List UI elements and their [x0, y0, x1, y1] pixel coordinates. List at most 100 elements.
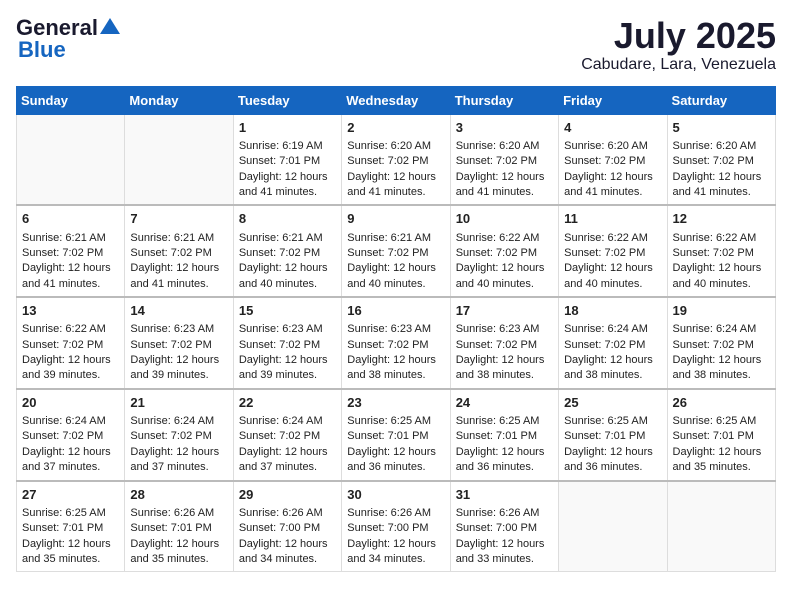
- sunrise-text: Sunrise: 6:20 AM: [673, 140, 757, 152]
- daylight-text: Daylight: 12 hours and 41 minutes.: [673, 171, 762, 198]
- sunrise-text: Sunrise: 6:22 AM: [456, 232, 540, 244]
- calendar-cell: 25Sunrise: 6:25 AMSunset: 7:01 PMDayligh…: [559, 389, 667, 481]
- calendar-cell: 20Sunrise: 6:24 AMSunset: 7:02 PMDayligh…: [17, 389, 125, 481]
- daylight-text: Daylight: 12 hours and 38 minutes.: [456, 354, 545, 381]
- calendar-cell: 1Sunrise: 6:19 AMSunset: 7:01 PMDaylight…: [233, 114, 341, 205]
- sunrise-text: Sunrise: 6:24 AM: [22, 415, 106, 427]
- weekday-header-friday: Friday: [559, 86, 667, 114]
- sunset-text: Sunset: 7:02 PM: [22, 430, 103, 442]
- sunrise-text: Sunrise: 6:25 AM: [673, 415, 757, 427]
- sunrise-text: Sunrise: 6:26 AM: [456, 507, 540, 519]
- sunrise-text: Sunrise: 6:24 AM: [564, 323, 648, 335]
- daylight-text: Daylight: 12 hours and 36 minutes.: [564, 446, 653, 473]
- day-number: 4: [564, 119, 661, 137]
- day-number: 9: [347, 210, 444, 228]
- sunrise-text: Sunrise: 6:22 AM: [673, 232, 757, 244]
- day-number: 14: [130, 302, 227, 320]
- sunset-text: Sunset: 7:02 PM: [239, 339, 320, 351]
- calendar-cell: 30Sunrise: 6:26 AMSunset: 7:00 PMDayligh…: [342, 481, 450, 572]
- title-area: July 2025 Cabudare, Lara, Venezuela: [581, 16, 776, 74]
- day-number: 1: [239, 119, 336, 137]
- sunset-text: Sunset: 7:01 PM: [456, 430, 537, 442]
- page-header: General Blue July 2025 Cabudare, Lara, V…: [16, 16, 776, 74]
- sunset-text: Sunset: 7:02 PM: [130, 339, 211, 351]
- sunset-text: Sunset: 7:00 PM: [347, 522, 428, 534]
- calendar-week-4: 20Sunrise: 6:24 AMSunset: 7:02 PMDayligh…: [17, 389, 776, 481]
- sunset-text: Sunset: 7:02 PM: [22, 247, 103, 259]
- day-number: 8: [239, 210, 336, 228]
- daylight-text: Daylight: 12 hours and 34 minutes.: [347, 538, 436, 565]
- calendar-cell: 31Sunrise: 6:26 AMSunset: 7:00 PMDayligh…: [450, 481, 558, 572]
- sunset-text: Sunset: 7:01 PM: [564, 430, 645, 442]
- location-title: Cabudare, Lara, Venezuela: [581, 56, 776, 74]
- daylight-text: Daylight: 12 hours and 35 minutes.: [673, 446, 762, 473]
- day-number: 21: [130, 394, 227, 412]
- sunset-text: Sunset: 7:01 PM: [673, 430, 754, 442]
- daylight-text: Daylight: 12 hours and 40 minutes.: [673, 262, 762, 289]
- sunset-text: Sunset: 7:02 PM: [347, 339, 428, 351]
- sunset-text: Sunset: 7:02 PM: [564, 339, 645, 351]
- weekday-header-wednesday: Wednesday: [342, 86, 450, 114]
- day-number: 18: [564, 302, 661, 320]
- day-number: 28: [130, 486, 227, 504]
- day-number: 31: [456, 486, 553, 504]
- sunset-text: Sunset: 7:01 PM: [130, 522, 211, 534]
- daylight-text: Daylight: 12 hours and 41 minutes.: [564, 171, 653, 198]
- day-number: 16: [347, 302, 444, 320]
- daylight-text: Daylight: 12 hours and 36 minutes.: [347, 446, 436, 473]
- sunrise-text: Sunrise: 6:22 AM: [22, 323, 106, 335]
- sunset-text: Sunset: 7:02 PM: [239, 430, 320, 442]
- sunrise-text: Sunrise: 6:21 AM: [347, 232, 431, 244]
- sunset-text: Sunset: 7:02 PM: [456, 155, 537, 167]
- calendar-cell: 15Sunrise: 6:23 AMSunset: 7:02 PMDayligh…: [233, 297, 341, 389]
- day-number: 24: [456, 394, 553, 412]
- daylight-text: Daylight: 12 hours and 39 minutes.: [22, 354, 111, 381]
- daylight-text: Daylight: 12 hours and 37 minutes.: [22, 446, 111, 473]
- sunset-text: Sunset: 7:02 PM: [564, 247, 645, 259]
- sunrise-text: Sunrise: 6:26 AM: [130, 507, 214, 519]
- sunset-text: Sunset: 7:02 PM: [564, 155, 645, 167]
- sunrise-text: Sunrise: 6:23 AM: [130, 323, 214, 335]
- sunrise-text: Sunrise: 6:23 AM: [456, 323, 540, 335]
- sunset-text: Sunset: 7:02 PM: [673, 339, 754, 351]
- sunrise-text: Sunrise: 6:25 AM: [347, 415, 431, 427]
- calendar-cell: [17, 114, 125, 205]
- month-title: July 2025: [581, 16, 776, 56]
- calendar-cell: 2Sunrise: 6:20 AMSunset: 7:02 PMDaylight…: [342, 114, 450, 205]
- sunset-text: Sunset: 7:00 PM: [456, 522, 537, 534]
- calendar-cell: 27Sunrise: 6:25 AMSunset: 7:01 PMDayligh…: [17, 481, 125, 572]
- calendar-cell: 4Sunrise: 6:20 AMSunset: 7:02 PMDaylight…: [559, 114, 667, 205]
- sunset-text: Sunset: 7:01 PM: [347, 430, 428, 442]
- sunrise-text: Sunrise: 6:20 AM: [347, 140, 431, 152]
- calendar-cell: [125, 114, 233, 205]
- calendar-cell: 19Sunrise: 6:24 AMSunset: 7:02 PMDayligh…: [667, 297, 775, 389]
- daylight-text: Daylight: 12 hours and 35 minutes.: [22, 538, 111, 565]
- calendar-cell: 5Sunrise: 6:20 AMSunset: 7:02 PMDaylight…: [667, 114, 775, 205]
- sunrise-text: Sunrise: 6:19 AM: [239, 140, 323, 152]
- calendar-cell: 17Sunrise: 6:23 AMSunset: 7:02 PMDayligh…: [450, 297, 558, 389]
- sunrise-text: Sunrise: 6:24 AM: [239, 415, 323, 427]
- day-number: 7: [130, 210, 227, 228]
- day-number: 3: [456, 119, 553, 137]
- sunrise-text: Sunrise: 6:21 AM: [130, 232, 214, 244]
- day-number: 25: [564, 394, 661, 412]
- sunset-text: Sunset: 7:01 PM: [22, 522, 103, 534]
- day-number: 10: [456, 210, 553, 228]
- day-number: 6: [22, 210, 119, 228]
- calendar-cell: [559, 481, 667, 572]
- sunrise-text: Sunrise: 6:21 AM: [22, 232, 106, 244]
- weekday-header-row: SundayMondayTuesdayWednesdayThursdayFrid…: [17, 86, 776, 114]
- sunset-text: Sunset: 7:02 PM: [22, 339, 103, 351]
- weekday-header-thursday: Thursday: [450, 86, 558, 114]
- daylight-text: Daylight: 12 hours and 38 minutes.: [673, 354, 762, 381]
- daylight-text: Daylight: 12 hours and 41 minutes.: [347, 171, 436, 198]
- day-number: 23: [347, 394, 444, 412]
- calendar-week-5: 27Sunrise: 6:25 AMSunset: 7:01 PMDayligh…: [17, 481, 776, 572]
- daylight-text: Daylight: 12 hours and 40 minutes.: [456, 262, 545, 289]
- calendar-cell: [667, 481, 775, 572]
- day-number: 2: [347, 119, 444, 137]
- day-number: 19: [673, 302, 770, 320]
- calendar-week-3: 13Sunrise: 6:22 AMSunset: 7:02 PMDayligh…: [17, 297, 776, 389]
- daylight-text: Daylight: 12 hours and 41 minutes.: [130, 262, 219, 289]
- weekday-header-tuesday: Tuesday: [233, 86, 341, 114]
